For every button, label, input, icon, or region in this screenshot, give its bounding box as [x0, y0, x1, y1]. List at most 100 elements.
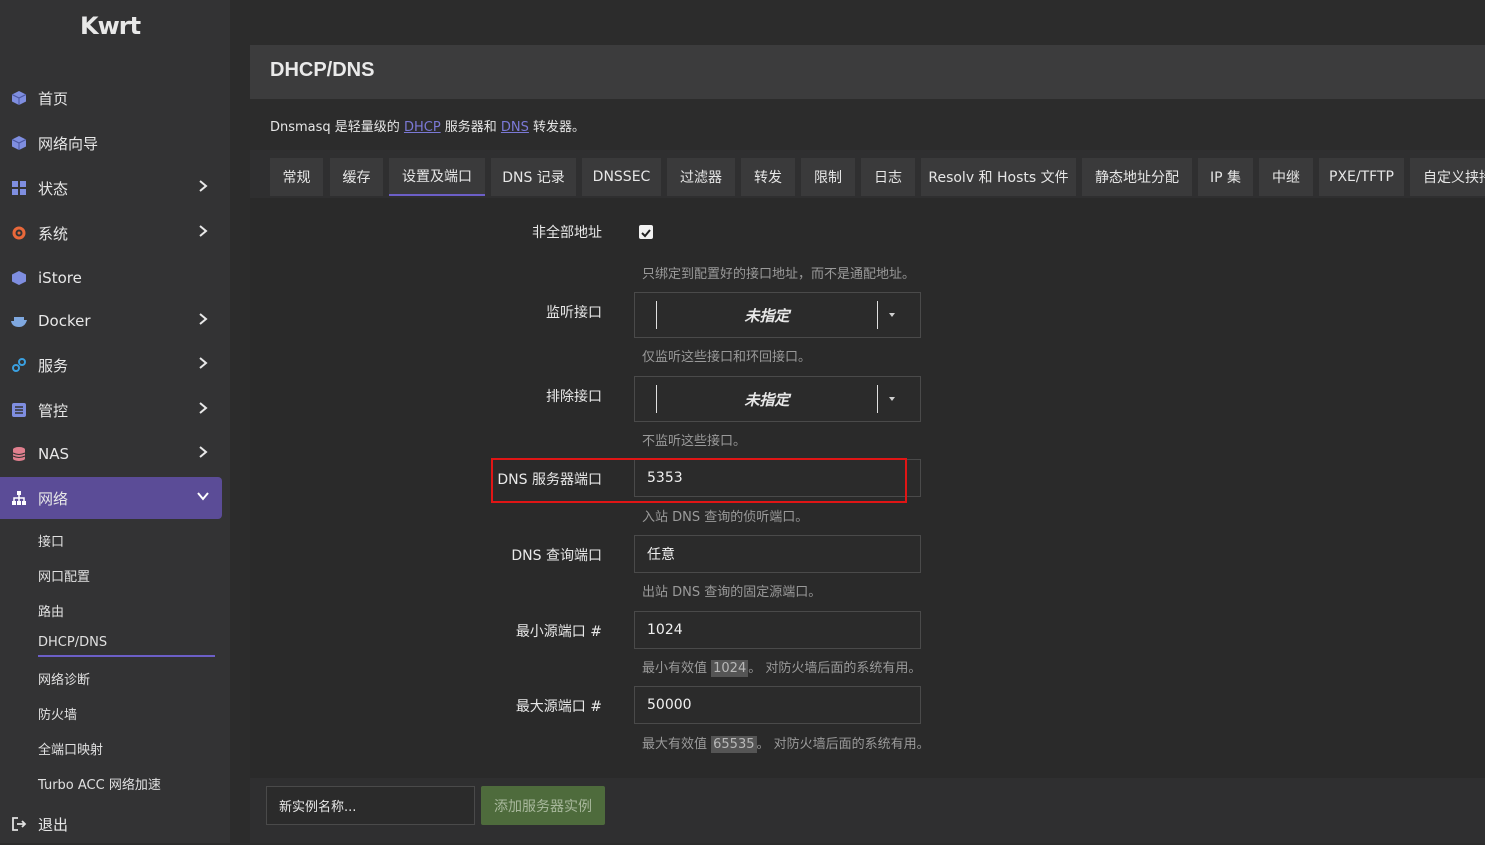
select-divider [877, 301, 878, 329]
tab-limits[interactable]: 限制 [801, 158, 855, 196]
caret-down-icon [889, 313, 895, 317]
sidebar: Kwrt 首页 网络向导 状态 系统 iStore Docker 服务 管控 N… [0, 0, 230, 843]
sidebar-item-label: 状态 [38, 179, 69, 198]
tab-ipsets[interactable]: IP 集 [1198, 158, 1253, 196]
sidebar-item-label: Docker [38, 312, 91, 330]
sidebar-item-network[interactable]: 网络 [0, 477, 222, 519]
dns-link[interactable]: DNS [501, 120, 529, 135]
tab-dnssec[interactable]: DNSSEC [582, 158, 661, 196]
listen-interface-select[interactable]: 未指定 [634, 292, 921, 338]
chevron-right-icon [199, 225, 208, 237]
sidebar-item-control[interactable]: 管控 [0, 389, 222, 431]
select-divider [877, 385, 878, 413]
sidebar-item-label: 首页 [38, 89, 69, 108]
tab-general[interactable]: 常规 [270, 158, 323, 196]
page-title: DHCP/DNS [270, 59, 375, 81]
sidebar-subitem-dhcp-dns[interactable]: DHCP/DNS [38, 635, 215, 657]
logout-icon [10, 815, 28, 833]
min-port-input[interactable]: 1024 [634, 611, 921, 649]
query-port-hint: 出站 DNS 查询的固定源端口。 [642, 585, 822, 600]
dns-port-input[interactable]: 5353 [634, 459, 921, 497]
sidebar-subitem-port-config[interactable]: 网口配置 [38, 566, 90, 585]
sidebar-item-istore[interactable]: iStore [0, 257, 222, 299]
sitemap-icon [10, 489, 28, 507]
listen-label: 监听接口 [546, 305, 602, 321]
sidebar-item-label: 网络向导 [38, 134, 99, 153]
sidebar-item-system[interactable]: 系统 [0, 212, 222, 254]
tab-pxe-tftp[interactable]: PXE/TFTP [1319, 158, 1404, 196]
gear-icon [10, 224, 28, 242]
listen-interface-value: 未指定 [744, 307, 790, 325]
sidebar-item-nas[interactable]: NAS [0, 433, 222, 475]
tab-dns-records[interactable]: DNS 记录 [491, 158, 576, 196]
dns-port-hint: 入站 DNS 查询的侦听端口。 [642, 510, 809, 525]
new-instance-input[interactable]: 新实例名称... [266, 786, 475, 825]
tab-static-leases[interactable]: 静态地址分配 [1082, 158, 1192, 196]
cube-icon [10, 269, 28, 287]
dashboard-icon [10, 179, 28, 197]
sidebar-subitem-routes[interactable]: 路由 [38, 601, 64, 620]
exclude-label: 排除接口 [546, 389, 602, 405]
listen-hint: 仅监听这些接口和环回接口。 [642, 350, 812, 365]
sidebar-subitem-firewall[interactable]: 防火墙 [38, 704, 77, 723]
max-port-label: 最大源端口 # [515, 699, 602, 715]
page-header: DHCP/DNS [250, 45, 1485, 99]
sidebar-item-label: 网络 [38, 489, 69, 508]
query-port-input[interactable]: 任意 [634, 535, 921, 573]
chevron-right-icon [199, 446, 208, 458]
page-description: Dnsmasq 是轻量级的 DHCP 服务器和 DNS 转发器。 [270, 120, 586, 135]
tab-log[interactable]: 日志 [861, 158, 915, 196]
query-port-label: DNS 查询端口 [511, 548, 602, 564]
dhcp-link[interactable]: DHCP [404, 120, 441, 135]
sidebar-subitem-diagnostics[interactable]: 网络诊断 [38, 669, 90, 688]
sliders-icon [10, 401, 28, 419]
chevron-right-icon [199, 180, 208, 192]
sidebar-item-label: NAS [38, 445, 70, 463]
max-port-hint: 最大有效值 65535。 对防火墙后面的系统有用。 [642, 736, 930, 753]
sidebar-item-label: iStore [38, 269, 82, 287]
tab-relay[interactable]: 中继 [1259, 158, 1313, 196]
tab-resolv-hosts[interactable]: Resolv 和 Hosts 文件 [921, 158, 1076, 196]
sidebar-item-home[interactable]: 首页 [0, 77, 222, 119]
cube-icon [10, 89, 28, 107]
chevron-right-icon [199, 357, 208, 369]
min-port-label: 最小源端口 # [515, 624, 602, 640]
caret-down-icon [889, 397, 895, 401]
docker-icon [10, 312, 28, 330]
sidebar-item-status[interactable]: 状态 [0, 167, 222, 209]
checkmark-icon [641, 229, 651, 238]
sidebar-subitem-port-mapping[interactable]: 全端口映射 [38, 739, 103, 758]
sidebar-subitem-turbo-acc[interactable]: Turbo ACC 网络加速 [38, 774, 161, 793]
nonwildcard-hint: 只绑定到配置好的接口地址，而不是通配地址。 [642, 267, 916, 282]
chevron-right-icon [199, 402, 208, 414]
tab-settings-ports[interactable]: 设置及端口 [389, 158, 485, 196]
tab-cache[interactable]: 缓存 [330, 158, 383, 196]
exclude-interface-value: 未指定 [744, 391, 790, 409]
dns-port-label: DNS 服务器端口 [497, 472, 602, 488]
sidebar-item-label: 退出 [38, 815, 69, 834]
sidebar-item-logout[interactable]: 退出 [0, 803, 222, 845]
database-icon [10, 445, 28, 463]
exclude-interface-select[interactable]: 未指定 [634, 376, 921, 422]
tab-filter[interactable]: 过滤器 [667, 158, 735, 196]
sidebar-item-wizard[interactable]: 网络向导 [0, 122, 222, 164]
tab-custom-hijack[interactable]: 自定义挟持 [1410, 158, 1485, 196]
sidebar-item-label: 服务 [38, 356, 69, 375]
chevron-right-icon [199, 313, 208, 325]
sidebar-item-docker[interactable]: Docker [0, 300, 222, 342]
sidebar-subitem-interfaces[interactable]: 接口 [38, 531, 64, 550]
max-port-input[interactable]: 50000 [634, 686, 921, 724]
sidebar-item-label: 系统 [38, 224, 69, 243]
sidebar-item-services[interactable]: 服务 [0, 344, 222, 386]
gears-icon [10, 356, 28, 374]
tab-forward[interactable]: 转发 [741, 158, 795, 196]
nonwildcard-label: 非全部地址 [532, 225, 602, 241]
exclude-hint: 不监听这些接口。 [642, 434, 747, 449]
sidebar-item-label: 管控 [38, 401, 69, 420]
add-instance-button[interactable]: 添加服务器实例 [481, 786, 605, 825]
nonwildcard-checkbox[interactable] [639, 225, 653, 239]
min-port-hint: 最小有效值 1024。 对防火墙后面的系统有用。 [642, 660, 922, 677]
chevron-down-icon [197, 492, 209, 501]
cube-icon [10, 134, 28, 152]
app-logo: Kwrt [80, 12, 141, 40]
